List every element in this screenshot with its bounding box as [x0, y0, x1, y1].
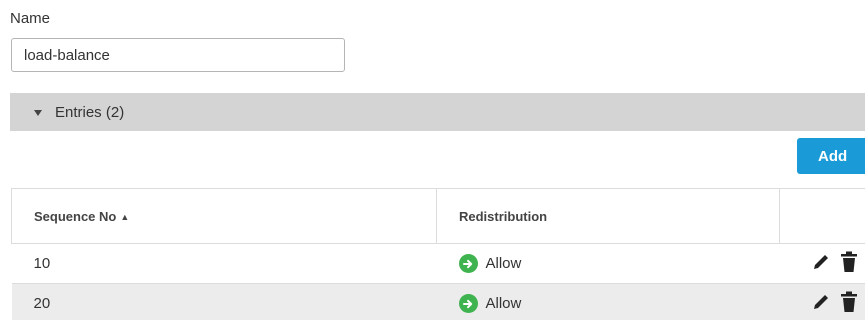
table-header-row: Sequence No ▲ Redistribution	[11, 188, 865, 244]
name-input[interactable]	[11, 38, 345, 72]
edit-icon[interactable]	[811, 252, 831, 276]
column-header-actions	[779, 188, 865, 244]
redistribution-label: Allow	[485, 255, 522, 272]
redistribution-label: Allow	[485, 295, 522, 313]
name-label: Name	[10, 10, 51, 27]
column-header-label: Sequence No	[34, 208, 117, 224]
row-actions	[779, 243, 865, 284]
delete-icon[interactable]	[840, 291, 858, 317]
entries-section-title: Entries (2)	[55, 103, 125, 121]
caret-down-icon	[34, 110, 42, 116]
arrow-right-circle-icon	[458, 254, 478, 273]
table-row[interactable]: 20 Allow	[11, 283, 865, 320]
row-actions	[779, 283, 865, 320]
column-header-label: Redistribution	[459, 208, 548, 224]
column-header-sequence[interactable]: Sequence No ▲	[11, 188, 437, 244]
sequence-cell: 10	[11, 243, 437, 284]
delete-icon[interactable]	[840, 251, 858, 277]
entries-section-header[interactable]: Entries (2)	[10, 93, 865, 131]
add-button[interactable]: Add	[797, 138, 865, 174]
entries-page: Name Entries (2) Add Sequence No▲ Redist…	[0, 0, 865, 320]
table-row[interactable]: 10 Allow	[11, 243, 865, 284]
edit-icon[interactable]	[811, 292, 831, 316]
sort-ascending-icon: ▲	[120, 211, 130, 222]
redistribution-cell: Allow	[436, 283, 780, 320]
column-header-redistribution[interactable]: Redistribution	[436, 188, 780, 244]
redistribution-cell: Allow	[436, 243, 780, 284]
sequence-cell: 20	[11, 283, 437, 320]
arrow-right-circle-icon	[458, 294, 478, 314]
entries-table: Sequence No ▲ Redistribution 10 Allow 20…	[11, 188, 865, 320]
